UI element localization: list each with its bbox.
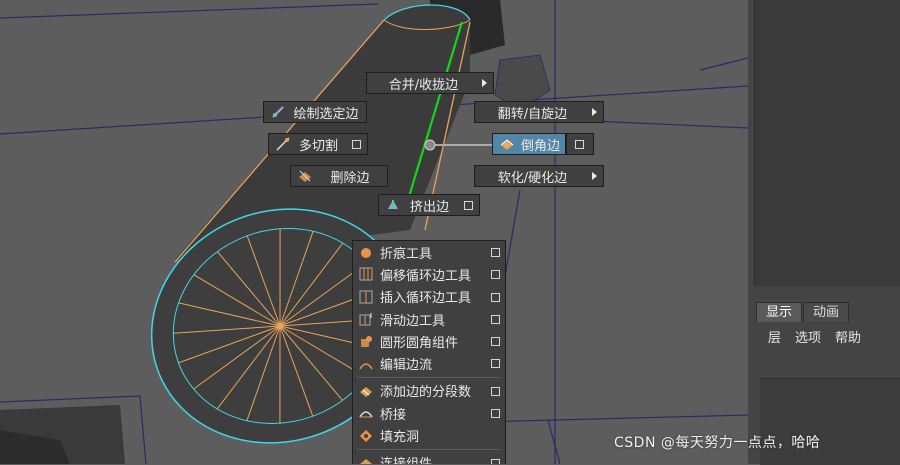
menu-merge-collapse-edge[interactable]: 合并/收拢边: [366, 72, 494, 94]
bridge-icon: [359, 406, 373, 420]
menu-label: 翻转/自旋边: [481, 103, 584, 122]
extrude-icon: [385, 197, 401, 213]
circularize-icon: [359, 334, 373, 348]
crease-icon: [359, 245, 373, 259]
submenu-label: 滑动边工具: [380, 310, 505, 329]
menu-multi-cut[interactable]: 多切割: [268, 133, 368, 155]
layer-editor-menu: 层 选项 帮助: [768, 327, 861, 346]
menu-label: 挤出边: [407, 196, 452, 215]
menu-paint-edge[interactable]: 绘制选定边: [263, 101, 367, 123]
option-box[interactable]: [575, 140, 584, 149]
submenu-label: 偏移循环边工具: [380, 265, 505, 284]
add-divisions-icon: [359, 384, 373, 398]
submenu-label: 连接组件: [380, 453, 505, 464]
submenu-item-fill-hole[interactable]: 填充洞: [353, 424, 505, 446]
edit-edge-flow-icon: [359, 357, 373, 371]
submenu-label: 插入循环边工具: [380, 287, 505, 306]
menu-label: 删除边: [319, 167, 381, 186]
submenu-item-bridge[interactable]: 桥接: [353, 402, 505, 424]
submenu-label: 圆形圆角组件: [380, 332, 505, 351]
menu-label: 合并/收拢边: [373, 74, 474, 93]
menu-options[interactable]: 选项: [795, 327, 821, 346]
delete-edge-icon: [297, 168, 313, 184]
menu-delete-edge[interactable]: 删除边: [290, 165, 388, 187]
layer-editor-tabs: 显示 动画: [756, 302, 850, 322]
submenu-label: 填充洞: [380, 426, 505, 445]
option-box[interactable]: [491, 337, 500, 346]
option-box[interactable]: [491, 459, 500, 464]
menu-label: 绘制选定边: [292, 103, 360, 122]
option-box[interactable]: [491, 315, 500, 324]
option-box[interactable]: [464, 201, 473, 210]
3d-viewport[interactable]: 合并/收拢边 绘制选定边 翻转/自旋边 多切割 倒角边 删除边 软化/硬化边: [0, 0, 748, 464]
tab-animation[interactable]: 动画: [803, 302, 849, 322]
submenu-item-add-divisions[interactable]: 添加边的分段数: [353, 380, 505, 402]
menu-soften-harden-edge[interactable]: 软化/硬化边: [474, 165, 604, 187]
option-box[interactable]: [491, 248, 500, 257]
menu-flip-spin-edge[interactable]: 翻转/自旋边: [474, 101, 604, 123]
menu-extrude-edge[interactable]: 挤出边: [378, 194, 480, 216]
submenu-item-circularize[interactable]: 圆形圆角组件: [353, 330, 505, 352]
submenu-item-slide-edge[interactable]: 滑动边工具: [353, 308, 505, 330]
insert-loop-icon: [359, 290, 373, 304]
bevel-icon: [499, 136, 515, 152]
paint-edge-icon: [270, 104, 286, 120]
menu-layers[interactable]: 层: [768, 327, 781, 346]
menu-help[interactable]: 帮助: [835, 327, 861, 346]
offset-loop-icon: [359, 267, 373, 281]
watermark-text: CSDN @每天努力一点点，哈哈: [614, 432, 820, 452]
submenu-item-offset-edge-loop[interactable]: 偏移循环边工具: [353, 263, 505, 285]
submenu-item-edit-edge-flow[interactable]: 编辑边流: [353, 352, 505, 374]
submenu-item-connect-components[interactable]: 连接组件: [353, 452, 505, 464]
submenu-label: 折痕工具: [380, 243, 505, 262]
attribute-editor-area: [754, 0, 900, 286]
option-box[interactable]: [491, 409, 500, 418]
submenu-item-insert-edge-loop[interactable]: 插入循环边工具: [353, 286, 505, 308]
edge-tools-submenu: 折痕工具 偏移循环边工具 插入循环边工具 滑动边工具 圆形圆角组件 编辑边流: [352, 240, 506, 464]
submenu-label: 编辑边流: [380, 354, 505, 373]
slide-edge-icon: [359, 312, 373, 326]
bevel-option-cell[interactable]: [566, 133, 594, 155]
menu-bevel-edge[interactable]: 倒角边: [492, 133, 566, 155]
option-box[interactable]: [352, 140, 361, 149]
connect-icon: [359, 456, 373, 464]
submenu-label: 添加边的分段数: [380, 381, 505, 400]
menu-label: 倒角边: [521, 135, 560, 154]
submenu-arrow-icon: [592, 172, 597, 180]
menu-divider: [357, 449, 501, 450]
tab-display[interactable]: 显示: [756, 302, 802, 322]
option-box[interactable]: [491, 293, 500, 302]
multi-cut-icon: [275, 136, 291, 152]
fill-hole-icon: [359, 429, 373, 443]
option-box[interactable]: [491, 387, 500, 396]
submenu-label: 桥接: [380, 404, 505, 423]
option-box[interactable]: [491, 270, 500, 279]
menu-label: 多切割: [297, 135, 340, 154]
submenu-item-crease-tool[interactable]: 折痕工具: [353, 241, 505, 263]
option-box[interactable]: [491, 359, 500, 368]
submenu-arrow-icon: [482, 79, 487, 87]
menu-divider: [357, 377, 501, 378]
submenu-arrow-icon: [592, 108, 597, 116]
menu-label: 软化/硬化边: [481, 167, 584, 186]
